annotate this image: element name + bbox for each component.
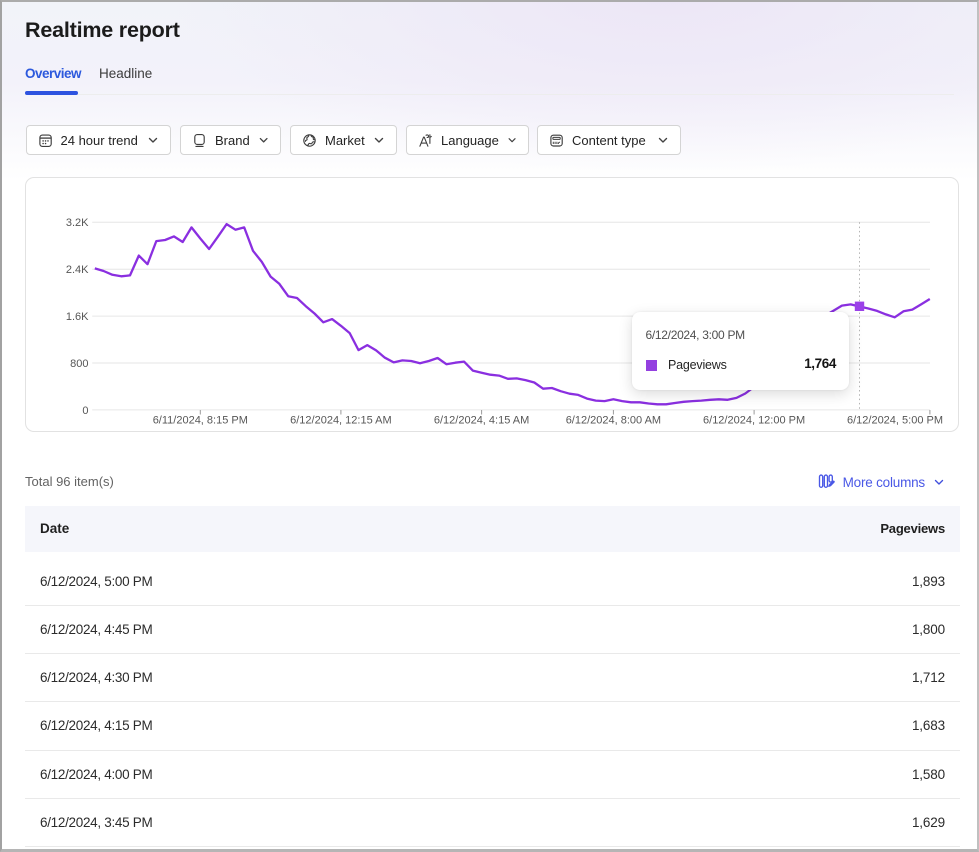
svg-text:3.2K: 3.2K [66,217,89,229]
svg-text:0: 0 [82,405,88,417]
svg-text:6/12/2024, 5:00 PM: 6/12/2024, 5:00 PM [847,414,943,426]
svg-text:1.6K: 1.6K [66,311,89,323]
svg-text:6/12/2024, 8:00 AM: 6/12/2024, 8:00 AM [566,414,661,426]
svg-text:2.4K: 2.4K [66,264,89,276]
svg-text:6/12/2024, 4:15 AM: 6/12/2024, 4:15 AM [434,414,529,426]
svg-text:800: 800 [70,358,88,370]
svg-text:6/11/2024, 8:15 PM: 6/11/2024, 8:15 PM [153,414,248,426]
svg-text:6/12/2024, 12:15 AM: 6/12/2024, 12:15 AM [290,414,392,426]
svg-text:6/12/2024, 12:00 PM: 6/12/2024, 12:00 PM [703,414,805,426]
